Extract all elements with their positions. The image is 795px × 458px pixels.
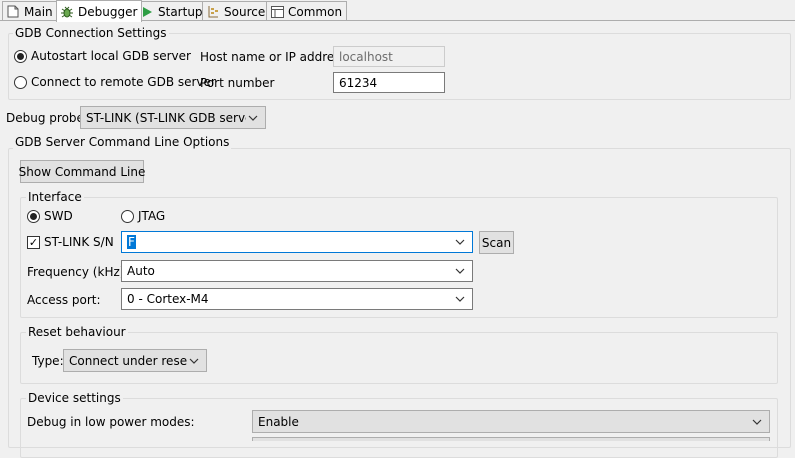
stlink-sn-checkbox[interactable]: ✓ ST-LINK S/N	[27, 235, 114, 249]
access-port-select[interactable]: 0 - Cortex-M4	[121, 288, 473, 310]
main-icon	[6, 5, 20, 19]
device-title: Device settings	[26, 391, 123, 405]
tab-debugger-label: Debugger	[78, 4, 138, 19]
checkmark-icon: ✓	[27, 235, 40, 249]
port-input[interactable]: 61234	[333, 72, 445, 93]
source-icon	[206, 5, 220, 19]
stlink-sn-value: F	[127, 235, 136, 249]
stlink-sn-value-wrap: F	[127, 235, 453, 249]
tab-source-label: Source	[224, 4, 266, 19]
common-icon	[270, 5, 284, 19]
remote-radio[interactable]: Connect to remote GDB server	[14, 75, 216, 89]
tab-debugger[interactable]: Debugger	[56, 0, 143, 22]
radio-dot-selected	[14, 49, 27, 63]
jtag-label: JTAG	[138, 209, 166, 223]
tab-bar: Main Debugger Startup Source Common	[0, 0, 795, 22]
stlink-sn-label: ST-LINK S/N	[44, 235, 114, 249]
stlink-sn-select[interactable]: F	[121, 231, 473, 253]
gdb-connection-title: GDB Connection Settings	[13, 26, 169, 40]
frequency-value: Auto	[127, 264, 155, 278]
chevron-down-icon	[750, 415, 764, 429]
server-options-title: GDB Server Command Line Options	[13, 135, 232, 149]
radio-dot	[121, 209, 134, 223]
port-label: Port number	[200, 76, 275, 90]
reset-type-label: Type:	[32, 354, 64, 368]
interface-title: Interface	[26, 190, 84, 204]
next-select-partial[interactable]	[252, 437, 770, 441]
chevron-down-icon	[453, 264, 467, 278]
tab-common[interactable]: Common	[266, 1, 348, 21]
access-port-value: 0 - Cortex-M4	[127, 292, 209, 306]
hostname-label: Host name or IP address	[200, 50, 347, 64]
debug-probe-value: ST-LINK (ST-LINK GDB server)	[86, 110, 246, 125]
autostart-radio[interactable]: Autostart local GDB server	[14, 49, 191, 63]
show-command-line-button[interactable]: Show Command Line	[19, 160, 145, 183]
tab-main[interactable]: Main	[2, 1, 58, 21]
frequency-select[interactable]: Auto	[121, 260, 473, 282]
chevron-down-icon	[187, 354, 201, 368]
radio-dot-selected	[27, 209, 40, 223]
swd-radio[interactable]: SWD	[27, 209, 73, 223]
jtag-radio[interactable]: JTAG	[121, 209, 165, 223]
debug-probe-label: Debug probe	[6, 111, 84, 125]
reset-type-value: Connect under reset	[69, 353, 187, 368]
chevron-down-icon	[453, 235, 467, 249]
swd-label: SWD	[44, 209, 73, 223]
reset-title: Reset behaviour	[26, 325, 128, 339]
debug-probe-select[interactable]: ST-LINK (ST-LINK GDB server)	[80, 106, 266, 129]
tab-startup-label: Startup	[158, 4, 203, 19]
low-power-label: Debug in low power modes:	[27, 415, 195, 429]
chevron-down-icon	[246, 111, 260, 125]
autostart-label: Autostart local GDB server	[31, 49, 191, 63]
tab-source[interactable]: Source	[202, 1, 271, 21]
frequency-label: Frequency (kHz):	[27, 265, 129, 279]
low-power-select[interactable]: Enable	[252, 410, 770, 433]
remote-label: Connect to remote GDB server	[31, 75, 216, 89]
debugger-icon	[60, 5, 74, 19]
reset-type-select[interactable]: Connect under reset	[63, 349, 207, 372]
chevron-down-icon	[453, 292, 467, 306]
tab-startup[interactable]: Startup	[136, 1, 208, 21]
tab-main-label: Main	[24, 4, 53, 19]
radio-dot	[14, 75, 27, 89]
hostname-input[interactable]: localhost	[333, 46, 445, 67]
tab-common-label: Common	[288, 4, 343, 19]
access-port-label: Access port:	[27, 293, 101, 307]
scan-button[interactable]: Scan	[479, 231, 514, 254]
low-power-value: Enable	[258, 414, 299, 429]
